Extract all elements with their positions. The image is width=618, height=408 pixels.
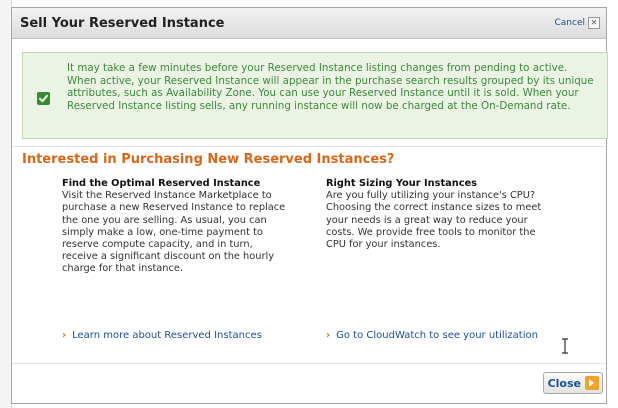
learn-more-link[interactable]: › Learn more about Reserved Instances	[62, 329, 302, 342]
dialog-header: Sell Your Reserved Instance Cancel ✕	[12, 8, 606, 39]
learn-more-link-label[interactable]: Learn more about Reserved Instances	[72, 330, 262, 341]
promo-heading: Interested in Purchasing New Reserved In…	[22, 152, 395, 167]
success-notice: It may take a few minutes before your Re…	[22, 52, 608, 139]
column-title: Find the Optimal Reserved Instance	[62, 178, 261, 189]
column-title: Right Sizing Your Instances	[326, 178, 477, 189]
close-button[interactable]: Close	[543, 372, 603, 394]
column-body: Are you fully utilizing your instance's …	[326, 190, 542, 251]
chevron-right-icon: ›	[326, 330, 331, 341]
close-button-label[interactable]: Close	[548, 377, 581, 390]
footer-divider	[12, 363, 606, 364]
close-x-icon[interactable]: ✕	[588, 17, 600, 29]
cloudwatch-link-label[interactable]: Go to CloudWatch to see your utilization	[336, 330, 538, 341]
cloudwatch-link[interactable]: › Go to CloudWatch to see your utilizatio…	[326, 329, 566, 342]
text-cursor-icon	[562, 338, 568, 354]
dialog-title: Sell Your Reserved Instance	[20, 16, 225, 31]
column-right-sizing: Right Sizing Your Instances Are you full…	[326, 178, 551, 251]
cancel-control[interactable]: Cancel ✕	[555, 17, 600, 29]
divider	[12, 146, 606, 147]
column-body: Visit the Reserved Instance Marketplace …	[62, 190, 286, 275]
arrow-right-icon	[585, 376, 599, 390]
sell-reserved-instance-dialog: Sell Your Reserved Instance Cancel ✕ It …	[11, 7, 608, 404]
check-icon	[37, 92, 50, 105]
notice-text: It may take a few minutes before your Re…	[67, 62, 594, 112]
cancel-link[interactable]: Cancel	[555, 18, 586, 28]
column-optimal-reserved-instance: Find the Optimal Reserved Instance Visit…	[62, 178, 287, 276]
chevron-right-icon: ›	[62, 330, 67, 341]
